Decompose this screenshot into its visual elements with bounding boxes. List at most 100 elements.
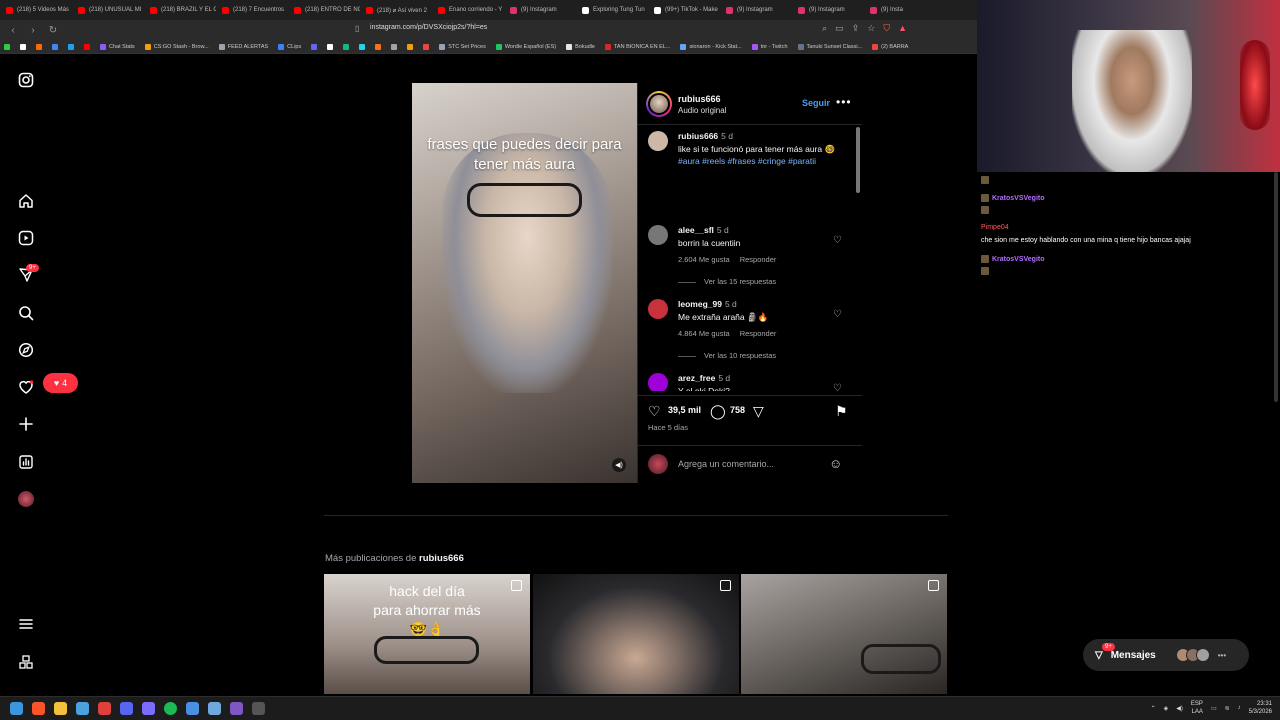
bookmark-item[interactable] <box>68 43 74 50</box>
bookmark-item[interactable] <box>375 43 382 50</box>
browser-tab[interactable]: (9) Instagram <box>720 0 792 20</box>
home-icon[interactable] <box>18 193 34 209</box>
view-replies-button[interactable]: Ver las 15 respuestas <box>678 277 776 286</box>
reply-button[interactable]: Responder <box>740 329 777 338</box>
browser-tab[interactable]: (218) ENTRO DE NO <box>288 0 360 20</box>
add-comment-input[interactable]: Agrega un comentario... <box>678 459 774 469</box>
explore-icon[interactable] <box>18 342 34 358</box>
bookmark-item[interactable] <box>4 43 10 50</box>
bookmark-item[interactable] <box>36 43 42 50</box>
language-indicator[interactable]: ESP LAA <box>1191 700 1203 716</box>
tray-chevron-icon[interactable]: ⌃ <box>1151 705 1156 712</box>
brave-icon[interactable] <box>32 702 45 715</box>
comment-like-icon[interactable]: ♡ <box>833 383 842 391</box>
speaker-icon[interactable]: ◀) <box>1176 705 1183 712</box>
bookmark-item[interactable] <box>52 43 58 50</box>
forward-icon[interactable]: › <box>26 25 40 36</box>
bookmark-item[interactable]: (2) BARRA <box>872 43 908 50</box>
browser-tab[interactable]: Enano corriendo - Y <box>432 0 504 20</box>
browser-tab[interactable]: Exploring Tung Tun <box>576 0 648 20</box>
bookmark-item[interactable] <box>20 43 26 50</box>
comment-username[interactable]: alee__sfl <box>678 225 714 235</box>
apps-icon[interactable] <box>18 654 34 670</box>
start-icon[interactable] <box>10 702 23 715</box>
file-explorer-icon[interactable] <box>54 702 67 715</box>
app-icon[interactable] <box>208 702 221 715</box>
browser-tab[interactable]: (99+) TikTok - Make <box>648 0 720 20</box>
comment-username[interactable]: arez_free <box>678 373 715 383</box>
reply-button[interactable]: Responder <box>740 255 777 264</box>
bookmark-item[interactable]: Bokudle <box>566 43 595 50</box>
bookmark-icon[interactable]: ▯ <box>355 24 359 33</box>
comment-likes[interactable]: 4.864 Me gusta <box>678 329 730 338</box>
author-avatar[interactable] <box>646 91 672 117</box>
comment-avatar[interactable] <box>648 299 668 319</box>
app-icon[interactable] <box>230 702 243 715</box>
comment-likes[interactable]: 2.604 Me gusta <box>678 255 730 264</box>
more-post-thumb[interactable]: hack del día para ahorrar más 🤓👌 <box>324 574 530 694</box>
heart-icon[interactable] <box>18 379 34 395</box>
bookmark-item[interactable] <box>84 43 90 50</box>
bookmark-item[interactable]: TAN BIONICA EN EL... <box>604 43 670 50</box>
chat-user[interactable]: Pimpe04 <box>981 224 1009 231</box>
share-icon[interactable]: ⇪ <box>852 23 860 34</box>
bookmark-item[interactable] <box>391 43 398 50</box>
bookmark-item[interactable]: CLips <box>278 43 301 50</box>
browser-tab[interactable]: (9) Insta <box>864 0 936 20</box>
more-options-icon[interactable]: ••• <box>836 95 852 109</box>
network-icon[interactable]: ◈ <box>1164 705 1169 712</box>
comment-username[interactable]: leomeg_99 <box>678 299 722 309</box>
instagram-logo-icon[interactable] <box>18 72 34 88</box>
bookmark-item[interactable] <box>343 43 350 50</box>
author-username[interactable]: rubius666 <box>678 94 721 104</box>
browser-tab[interactable]: (218) 5 Videos Más <box>0 0 72 20</box>
browser-tab[interactable]: (218) ⌀ Así viven 2 <box>360 0 432 20</box>
screen-icon[interactable]: ▭ <box>835 23 844 34</box>
bookmark-item[interactable] <box>359 43 366 50</box>
browser-tab[interactable]: (9) Instagram <box>504 0 576 20</box>
volume-icon[interactable]: ♪ <box>1238 705 1241 711</box>
bookmark-item[interactable] <box>311 43 318 50</box>
reload-icon[interactable]: ↻ <box>46 25 60 36</box>
star-icon[interactable]: ☆ <box>867 23 875 34</box>
chrome-icon[interactable] <box>98 702 111 715</box>
comment-avatar[interactable] <box>648 131 668 151</box>
clock[interactable]: 23:31 5/3/2026 <box>1249 700 1272 716</box>
volume-icon[interactable]: ◀) <box>612 458 626 472</box>
save-icon[interactable]: ⚑ <box>835 403 848 420</box>
browser-tab[interactable]: (9) Instagram <box>792 0 864 20</box>
audio-label[interactable]: Audio original <box>678 106 726 115</box>
bookmark-item[interactable]: STC Set Prices <box>439 43 486 50</box>
view-replies-button[interactable]: Ver las 10 respuestas <box>678 351 776 360</box>
comment-like-icon[interactable]: ♡ <box>833 235 842 246</box>
device-icon[interactable]: ▭ <box>1211 705 1217 712</box>
app-icon[interactable] <box>142 702 155 715</box>
comment-avatar[interactable] <box>648 225 668 245</box>
bookmark-item[interactable]: tnr - Twitch <box>751 43 788 50</box>
zoom-icon[interactable]: ⌕ <box>822 23 827 34</box>
search-icon[interactable] <box>18 305 34 321</box>
comment-avatar[interactable] <box>648 373 668 391</box>
like-icon[interactable]: ♡ <box>648 403 661 420</box>
chat-scrollbar[interactable] <box>1274 172 1278 402</box>
browser-tab[interactable]: (218) BRAZIL Y EL C <box>144 0 216 20</box>
browser-tab[interactable]: (218) 7 Encuentros <box>216 0 288 20</box>
brave-shield-icon[interactable]: ⛉ <box>883 23 890 34</box>
bookmark-item[interactable]: sionaron - Kick Stat... <box>680 43 742 50</box>
more-post-thumb[interactable] <box>533 574 739 694</box>
bookmark-item[interactable] <box>327 43 334 50</box>
menu-icon[interactable] <box>18 616 34 632</box>
comment-username[interactable]: rubius666 <box>678 131 718 141</box>
like-count[interactable]: 39,5 mil <box>668 405 701 415</box>
app-icon[interactable] <box>76 702 89 715</box>
bookmark-item[interactable] <box>407 43 414 50</box>
bookmark-item[interactable] <box>423 43 430 50</box>
rewards-icon[interactable]: ▲ <box>898 23 907 34</box>
comments-scrollbar[interactable] <box>856 127 860 391</box>
notification-bubble[interactable]: ♥ 4 <box>43 373 78 393</box>
comment-icon[interactable]: ◯ <box>710 403 726 420</box>
follow-button[interactable]: Seguir <box>802 98 830 108</box>
more-post-thumb[interactable] <box>741 574 947 694</box>
spotify-icon[interactable] <box>164 702 177 715</box>
bookmark-item[interactable]: Wordle Español (ES) <box>495 43 556 50</box>
